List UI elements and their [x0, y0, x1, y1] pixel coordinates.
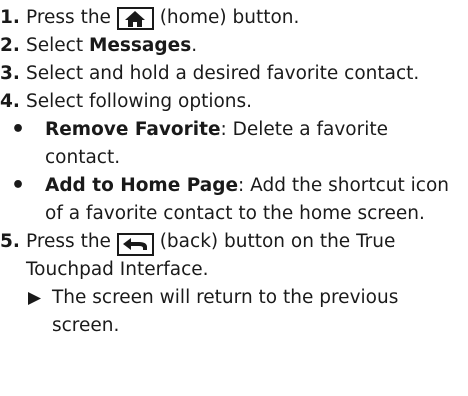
- step-text: .: [191, 35, 198, 56]
- step-number: 1.: [0, 7, 20, 28]
- result-arrow-icon: [28, 292, 41, 305]
- step-1: 1. Press the (home) button.: [0, 4, 468, 32]
- step-4: 4. Select following options.: [0, 88, 468, 116]
- step-number: 4.: [0, 91, 20, 112]
- step-5: 5. Press the (back) button on the True T…: [0, 228, 468, 284]
- menu-name: Messages: [88, 35, 192, 56]
- back-icon: [116, 233, 154, 256]
- home-icon: [116, 7, 154, 30]
- step-number: 5.: [0, 231, 20, 252]
- step-number: 2.: [0, 35, 20, 56]
- step-text: Select: [26, 35, 89, 56]
- step-3: 3. Select and hold a desired favorite co…: [0, 60, 468, 88]
- step-text: (home) button.: [159, 7, 300, 28]
- option-term: Add to Home Page: [45, 175, 239, 196]
- result-text: The screen will return to the previous s…: [52, 287, 399, 336]
- step-result: The screen will return to the previous s…: [0, 284, 468, 340]
- option-term: Remove Favorite: [45, 119, 221, 140]
- step-text: Select following options.: [26, 91, 253, 112]
- step-text: Press the: [26, 7, 111, 28]
- step-2: 2. Select Messages.: [0, 32, 468, 60]
- bullet-icon: •: [11, 173, 26, 198]
- instructions: 1. Press the (home) button. 2. Select Me…: [0, 0, 468, 340]
- option-item: • Remove Favorite: Delete a favorite con…: [0, 116, 468, 172]
- step-number: 3.: [0, 63, 20, 84]
- step-text: Press the: [26, 231, 111, 252]
- bullet-icon: •: [11, 117, 26, 142]
- option-list: • Remove Favorite: Delete a favorite con…: [0, 116, 468, 228]
- step-text: Select and hold a desired favorite conta…: [26, 63, 420, 84]
- option-item: • Add to Home Page: Add the shortcut ico…: [0, 172, 468, 228]
